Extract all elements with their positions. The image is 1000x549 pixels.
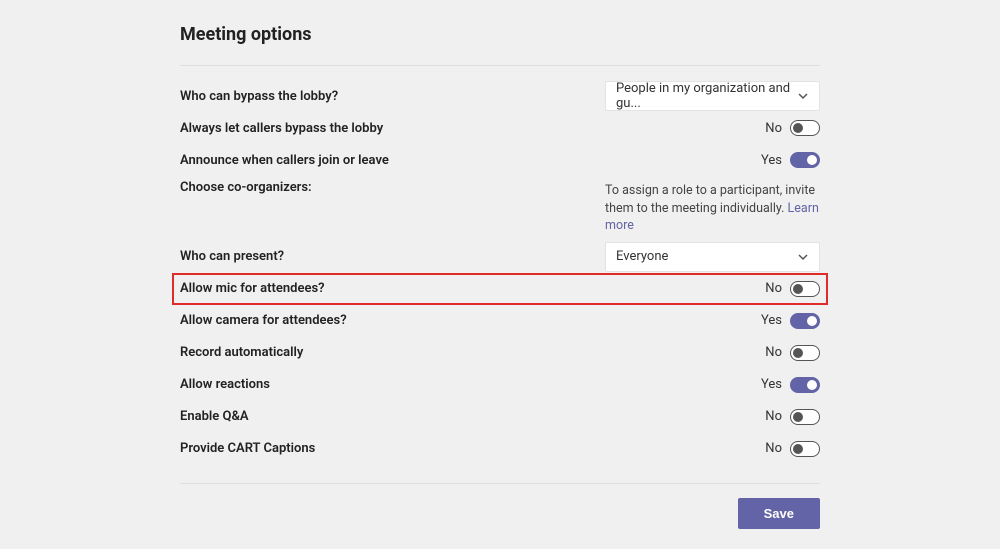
- row-announce: Announce when callers join or leave Yes: [180, 144, 820, 176]
- label-coorganizers: Choose co-organizers:: [180, 180, 312, 195]
- label-record-auto: Record automatically: [180, 345, 303, 360]
- value-enable-qa: No: [765, 409, 782, 424]
- value-allow-mic: No: [765, 281, 782, 296]
- label-allow-camera: Allow camera for attendees?: [180, 313, 347, 328]
- info-coorganizers: To assign a role to a participant, invit…: [605, 180, 820, 235]
- info-coorganizers-text: To assign a role to a participant, invit…: [605, 183, 815, 216]
- chevron-down-icon: [797, 90, 809, 102]
- toggle-cart[interactable]: [790, 441, 820, 457]
- save-button[interactable]: Save: [738, 498, 820, 529]
- row-allow-reactions: Allow reactions Yes: [180, 369, 820, 401]
- value-always-bypass: No: [765, 121, 782, 136]
- meeting-options-panel: Meeting options Who can bypass the lobby…: [0, 0, 1000, 549]
- label-cart: Provide CART Captions: [180, 441, 315, 456]
- value-announce: Yes: [761, 153, 782, 168]
- row-bypass-lobby: Who can bypass the lobby? People in my o…: [180, 80, 820, 112]
- page-title: Meeting options: [180, 24, 820, 66]
- row-allow-mic: Allow mic for attendees? No: [172, 273, 828, 305]
- value-cart: No: [765, 441, 782, 456]
- toggle-record-auto[interactable]: [790, 345, 820, 361]
- footer: Save: [180, 483, 820, 529]
- select-presenters[interactable]: Everyone: [605, 242, 820, 272]
- label-enable-qa: Enable Q&A: [180, 409, 249, 424]
- label-allow-mic: Allow mic for attendees?: [180, 281, 325, 296]
- select-bypass-lobby-value: People in my organization and gu...: [616, 81, 797, 111]
- select-presenters-value: Everyone: [616, 249, 668, 264]
- row-cart: Provide CART Captions No: [180, 433, 820, 465]
- label-presenters: Who can present?: [180, 249, 284, 264]
- chevron-down-icon: [797, 251, 809, 263]
- select-bypass-lobby[interactable]: People in my organization and gu...: [605, 81, 820, 111]
- label-always-bypass: Always let callers bypass the lobby: [180, 121, 383, 136]
- toggle-allow-mic[interactable]: [790, 281, 820, 297]
- row-coorganizers: Choose co-organizers: To assign a role t…: [180, 176, 820, 241]
- value-record-auto: No: [765, 345, 782, 360]
- label-bypass-lobby: Who can bypass the lobby?: [180, 89, 338, 104]
- row-presenters: Who can present? Everyone: [180, 241, 820, 273]
- row-always-bypass: Always let callers bypass the lobby No: [180, 112, 820, 144]
- row-enable-qa: Enable Q&A No: [180, 401, 820, 433]
- value-allow-reactions: Yes: [761, 377, 782, 392]
- toggle-announce[interactable]: [790, 152, 820, 168]
- row-allow-camera: Allow camera for attendees? Yes: [180, 305, 820, 337]
- row-record-auto: Record automatically No: [180, 337, 820, 369]
- toggle-allow-camera[interactable]: [790, 313, 820, 329]
- toggle-enable-qa[interactable]: [790, 409, 820, 425]
- toggle-always-bypass[interactable]: [790, 120, 820, 136]
- label-announce: Announce when callers join or leave: [180, 153, 389, 168]
- toggle-allow-reactions[interactable]: [790, 377, 820, 393]
- value-allow-camera: Yes: [761, 313, 782, 328]
- label-allow-reactions: Allow reactions: [180, 377, 270, 392]
